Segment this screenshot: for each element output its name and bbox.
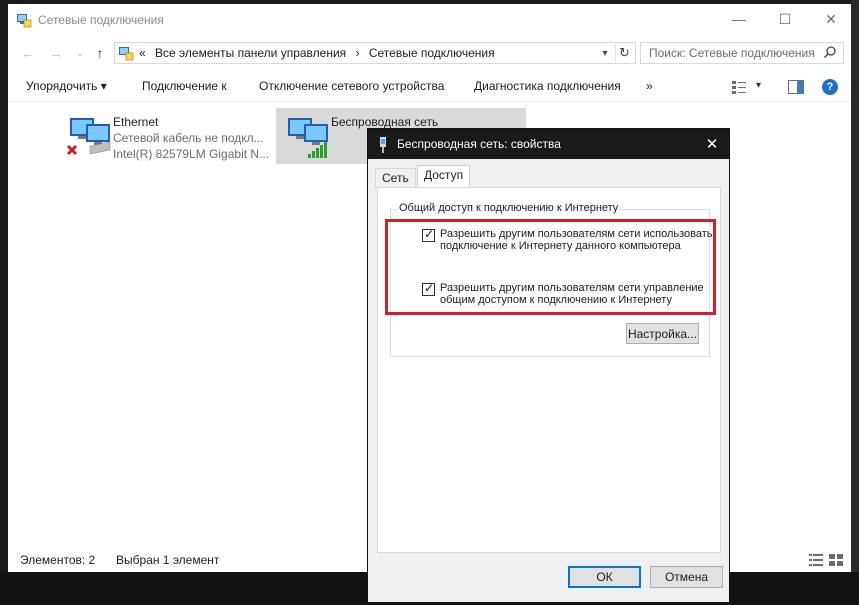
back-arrow-icon[interactable]: ← <box>18 43 38 63</box>
address-dropdown-icon[interactable]: ▾ <box>597 44 613 62</box>
ok-button[interactable]: ОК <box>568 566 641 588</box>
help-icon[interactable]: ? <box>822 79 838 95</box>
navigation-bar: ← → ⌄ ↑ « Все элементы панели управления… <box>8 38 851 68</box>
highlight-box <box>385 219 716 315</box>
control-panel-icon <box>119 47 134 61</box>
window-title: Сетевые подключения <box>38 13 164 27</box>
breadcrumb-overflow[interactable]: « <box>139 46 146 60</box>
connection-ethernet[interactable]: Ethernet Сетевой кабель не подкл... Inte… <box>58 108 278 164</box>
details-view-icon[interactable] <box>809 554 823 566</box>
wireless-adapter-small-icon <box>380 137 386 153</box>
connect-to-button[interactable]: Подключение к <box>142 79 227 93</box>
settings-button[interactable]: Настройка... <box>626 323 699 344</box>
selection-count: Выбран 1 элемент <box>116 553 220 567</box>
command-bar: Упорядочить ▾ Подключение к Отключение с… <box>8 72 851 102</box>
search-icon <box>823 46 836 59</box>
breadcrumb-control-panel[interactable]: Все элементы панели управления <box>155 46 346 60</box>
connection-status: Сетевой кабель не подкл... <box>113 131 264 145</box>
tab-network[interactable]: Сеть <box>375 168 416 188</box>
minimize-button[interactable]: — <box>716 4 762 34</box>
background-edge <box>851 0 859 605</box>
disable-device-button[interactable]: Отключение сетевого устройства <box>259 79 444 93</box>
view-dropdown-icon[interactable]: ▾ <box>756 80 761 91</box>
organize-menu[interactable]: Упорядочить ▾ <box>26 79 107 93</box>
dialog-title: Беспроводная сеть: свойства <box>397 137 561 151</box>
connection-name: Беспроводная сеть <box>331 115 439 129</box>
view-options-icon[interactable] <box>732 80 746 94</box>
close-button[interactable]: ✕ <box>808 4 854 34</box>
diagnose-connection-button[interactable]: Диагностика подключения <box>474 79 621 93</box>
address-bar[interactable]: « Все элементы панели управления › Сетев… <box>114 42 636 64</box>
dialog-close-icon[interactable]: ✕ <box>695 129 729 159</box>
network-connections-icon <box>17 14 32 28</box>
refresh-icon[interactable]: ↻ <box>615 44 633 62</box>
forward-arrow-icon[interactable]: → <box>46 43 66 63</box>
dialog-title-bar: Беспроводная сеть: свойства ✕ <box>368 129 729 159</box>
connection-name: Ethernet <box>113 115 159 129</box>
breadcrumb: « Все элементы панели управления › Сетев… <box>139 46 501 60</box>
large-icons-view-icon[interactable] <box>829 554 843 566</box>
ethernet-adapter-icon <box>66 118 111 156</box>
connection-device: Intel(R) 82579LM Gigabit N... <box>113 147 270 161</box>
title-bar: Сетевые подключения — ☐ ✕ <box>8 4 851 36</box>
more-commands-button[interactable]: » <box>646 79 653 93</box>
preview-pane-icon[interactable] <box>788 80 804 94</box>
search-placeholder: Поиск: Сетевые подключения <box>649 46 815 60</box>
cancel-button[interactable]: Отмена <box>650 566 723 588</box>
up-arrow-icon[interactable]: ↑ <box>90 43 110 63</box>
ics-group-title: Общий доступ к подключению к Интернету <box>397 202 621 214</box>
properties-dialog: Беспроводная сеть: свойства ✕ Сеть Досту… <box>367 128 730 603</box>
tab-sharing[interactable]: Доступ <box>417 165 471 188</box>
item-count: Элементов: 2 <box>20 553 96 567</box>
wireless-adapter-icon <box>288 118 328 158</box>
recent-locations-chevron-icon[interactable]: ⌄ <box>70 43 90 63</box>
search-input[interactable]: Поиск: Сетевые подключения <box>640 42 844 64</box>
maximize-button[interactable]: ☐ <box>762 4 808 34</box>
breadcrumb-network-connections[interactable]: Сетевые подключения <box>369 46 495 60</box>
breadcrumb-separator[interactable]: › <box>356 46 360 60</box>
